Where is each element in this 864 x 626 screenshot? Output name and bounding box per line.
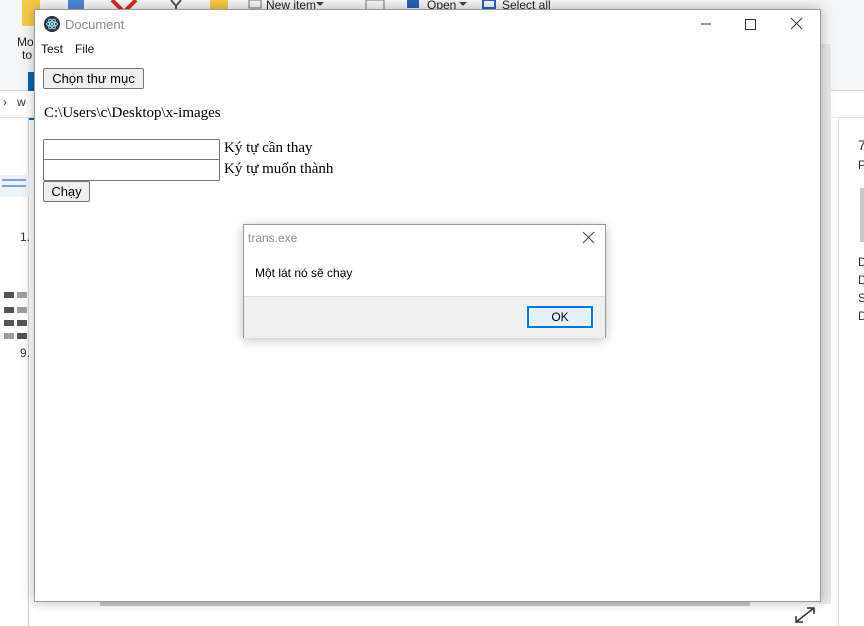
run-button[interactable]: Chạy bbox=[43, 181, 90, 202]
details-fragment: D bbox=[858, 309, 864, 323]
address-text[interactable]: w bbox=[17, 95, 26, 109]
minimize-icon[interactable] bbox=[683, 10, 729, 38]
chevron-down-icon bbox=[459, 2, 467, 6]
dialog-close-icon[interactable] bbox=[577, 229, 599, 247]
menu-file[interactable]: File bbox=[75, 42, 94, 56]
close-icon[interactable] bbox=[773, 10, 819, 38]
thumbnail[interactable] bbox=[17, 292, 27, 298]
dialog-footer: OK bbox=[244, 296, 605, 338]
thumbnail[interactable] bbox=[4, 333, 14, 339]
dialog-message: Một lát nó sẽ chạy bbox=[255, 266, 353, 280]
details-fragment: D bbox=[858, 255, 864, 269]
details-fragment: P bbox=[858, 158, 864, 172]
details-fragment: S bbox=[858, 291, 864, 305]
maximize-icon[interactable] bbox=[727, 10, 773, 38]
find-text-input[interactable] bbox=[43, 139, 220, 161]
details-preview bbox=[860, 188, 864, 242]
address-chevron[interactable]: › bbox=[3, 95, 7, 109]
choose-folder-button[interactable]: Chọn thư mục bbox=[43, 68, 144, 89]
resize-arrow-icon[interactable] bbox=[794, 606, 816, 624]
list-item-index[interactable]: 9. bbox=[20, 346, 30, 360]
details-fragment: D bbox=[858, 273, 864, 287]
details-fragment: 7 bbox=[858, 137, 864, 153]
thumbnail[interactable] bbox=[17, 320, 27, 326]
replace-text-label: Ký tự muốn thành bbox=[224, 161, 334, 177]
move-to-label-2[interactable]: to bbox=[22, 48, 32, 62]
thumbnail[interactable] bbox=[4, 320, 14, 326]
thumbnail[interactable] bbox=[4, 292, 14, 298]
thumbnail[interactable] bbox=[4, 307, 14, 313]
thumbnail[interactable] bbox=[17, 333, 27, 339]
list-item-index[interactable]: 1. bbox=[20, 230, 30, 244]
title-bar[interactable]: Document bbox=[35, 10, 820, 38]
thumbnail-preview[interactable] bbox=[0, 175, 30, 197]
explorer-details-divider bbox=[838, 118, 839, 626]
electron-icon bbox=[44, 16, 60, 32]
chevron-down-icon bbox=[316, 2, 324, 6]
folder-path: C:\Users\c\Desktop\x-images bbox=[44, 105, 221, 121]
replace-text-input[interactable] bbox=[43, 159, 220, 181]
menu-test[interactable]: Test bbox=[41, 42, 63, 56]
move-to-label-1[interactable]: Mo bbox=[17, 35, 34, 49]
dialog-title: trans.exe bbox=[248, 231, 298, 245]
find-text-label: Ký tự cần thay bbox=[224, 140, 313, 156]
window-title: Document bbox=[65, 17, 125, 32]
message-dialog: trans.exe Một lát nó sẽ chạy OK bbox=[243, 224, 606, 338]
thumbnail[interactable] bbox=[17, 307, 27, 313]
ok-button[interactable]: OK bbox=[527, 306, 593, 328]
